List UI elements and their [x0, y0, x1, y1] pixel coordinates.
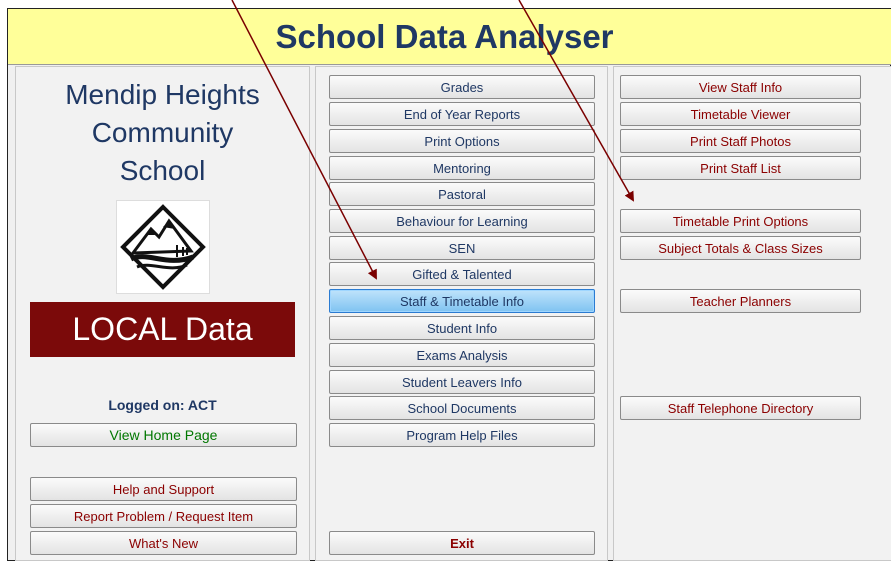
staff-telephone-directory-button[interactable]: Staff Telephone Directory [620, 396, 861, 420]
whats-new-button[interactable]: What's New [30, 531, 297, 555]
menu-print-options-button[interactable]: Print Options [329, 129, 595, 153]
menu-grades-button[interactable]: Grades [329, 75, 595, 99]
print-staff-list-button[interactable]: Print Staff List [620, 156, 861, 180]
exit-button[interactable]: Exit [329, 531, 595, 555]
timetable-print-options-button[interactable]: Timetable Print Options [620, 209, 861, 233]
teacher-planners-button[interactable]: Teacher Planners [620, 289, 861, 313]
menu-pastoral-button[interactable]: Pastoral [329, 182, 595, 206]
menu-school-documents-button[interactable]: School Documents [329, 396, 595, 420]
print-staff-photos-button[interactable]: Print Staff Photos [620, 129, 861, 153]
menu-student-leavers-info-button[interactable]: Student Leavers Info [329, 370, 595, 394]
view-staff-info-button[interactable]: View Staff Info [620, 75, 861, 99]
school-name-line-2: Community [91, 117, 234, 148]
title-bar: School Data Analyser [8, 9, 891, 65]
menu-exams-analysis-button[interactable]: Exams Analysis [329, 343, 595, 367]
school-name: Mendip Heights Community School [15, 76, 310, 190]
timetable-viewer-button[interactable]: Timetable Viewer [620, 102, 861, 126]
menu-student-info-button[interactable]: Student Info [329, 316, 595, 340]
menu-mentoring-button[interactable]: Mentoring [329, 156, 595, 180]
report-problem-button[interactable]: Report Problem / Request Item [30, 504, 297, 528]
menu-program-help-files-button[interactable]: Program Help Files [329, 423, 595, 447]
mountain-logo-icon [120, 204, 206, 290]
app-title: School Data Analyser [275, 17, 614, 55]
school-logo [116, 200, 210, 294]
menu-gifted-talented-button[interactable]: Gifted & Talented [329, 262, 595, 286]
subject-totals-class-sizes-button[interactable]: Subject Totals & Class Sizes [620, 236, 861, 260]
menu-sen-button[interactable]: SEN [329, 236, 595, 260]
logged-on-label: Logged on: ACT [108, 397, 217, 413]
menu-staff-timetable-info-button[interactable]: Staff & Timetable Info [329, 289, 595, 313]
school-name-line-1: Mendip Heights [65, 79, 260, 110]
view-home-page-button[interactable]: View Home Page [30, 423, 297, 447]
menu-behaviour-for-learning-button[interactable]: Behaviour for Learning [329, 209, 595, 233]
help-and-support-button[interactable]: Help and Support [30, 477, 297, 501]
school-name-line-3: School [119, 155, 206, 186]
local-data-banner: LOCAL Data [30, 302, 295, 357]
menu-end-of-year-reports-button[interactable]: End of Year Reports [329, 102, 595, 126]
